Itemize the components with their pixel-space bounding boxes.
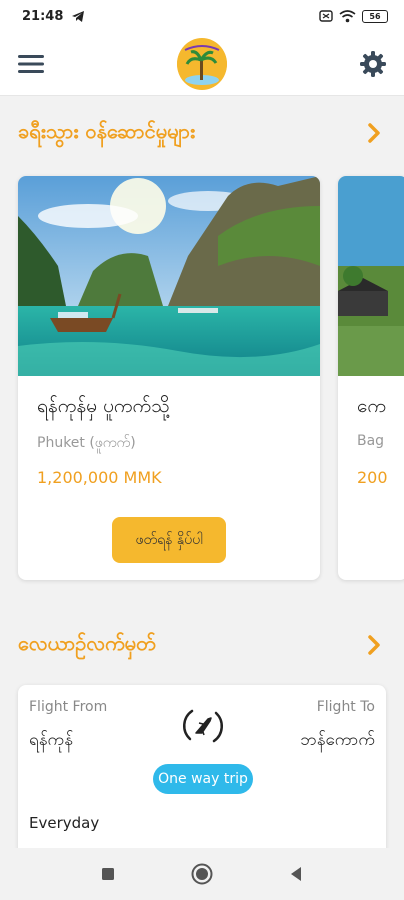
flight-to-label: Flight To — [316, 699, 375, 715]
home-icon[interactable] — [186, 858, 218, 890]
gear-icon[interactable] — [358, 49, 388, 79]
chevron-right-icon[interactable] — [362, 633, 386, 657]
services-section-header: ခရီးသွား ဝန်ဆောင်မှုများ — [18, 118, 386, 148]
sim-icon — [319, 10, 333, 22]
travel-logo-icon — [177, 38, 227, 90]
status-bar: 21:48 56 — [0, 0, 404, 32]
battery-icon: 56 — [362, 9, 388, 23]
tickets-section-title: လေယာဉ်လက်မှတ် — [18, 631, 156, 655]
tour-card[interactable]: ကေ Bag 200 — [338, 176, 404, 580]
app-header — [0, 32, 404, 96]
system-nav-bar — [0, 848, 404, 900]
tour-card[interactable]: ရန်ကုန်မှ ပူကက်သို့ Phuket (ဖူကက်) 1,200… — [18, 176, 320, 580]
flight-card[interactable]: Flight From Flight To ရန်ကုန် ဘန်ကောက် O… — [18, 685, 386, 865]
airplane-icon — [180, 703, 226, 749]
chevron-right-icon[interactable] — [362, 121, 386, 145]
hamburger-menu-icon[interactable] — [16, 49, 46, 79]
wifi-icon — [339, 9, 356, 23]
recent-apps-icon[interactable] — [92, 858, 124, 890]
read-more-button[interactable]: ဖတ်ရန် နှိပ်ပါ — [112, 517, 226, 563]
services-section-title: ခရီးသွား ဝန်ဆောင်မှုများ — [18, 119, 196, 143]
flight-from-city: ရန်ကုန် — [29, 730, 73, 750]
flight-from-label: Flight From — [29, 699, 108, 715]
flight-schedule: Everyday — [29, 814, 100, 832]
tour-image — [338, 176, 404, 376]
tour-image — [18, 176, 320, 376]
trip-type-pill[interactable]: One way trip — [153, 764, 253, 794]
tour-subtitle: Bag — [357, 433, 385, 449]
tour-subtitle: Phuket (ဖူကက်) — [37, 435, 136, 451]
flight-to-city: ဘန်ကောက် — [300, 730, 375, 750]
tour-price: 1,200,000 MMK — [37, 468, 162, 487]
telegram-icon — [71, 10, 85, 23]
tour-title: ကေ — [357, 395, 386, 417]
tickets-section-header: လေယာဉ်လက်မှတ် — [18, 630, 386, 660]
back-icon[interactable] — [280, 858, 312, 890]
status-time: 21:48 — [22, 8, 64, 24]
tour-price: 200 — [357, 468, 388, 487]
tour-title: ရန်ကုန်မှ ပူကက်သို့ — [37, 395, 170, 417]
